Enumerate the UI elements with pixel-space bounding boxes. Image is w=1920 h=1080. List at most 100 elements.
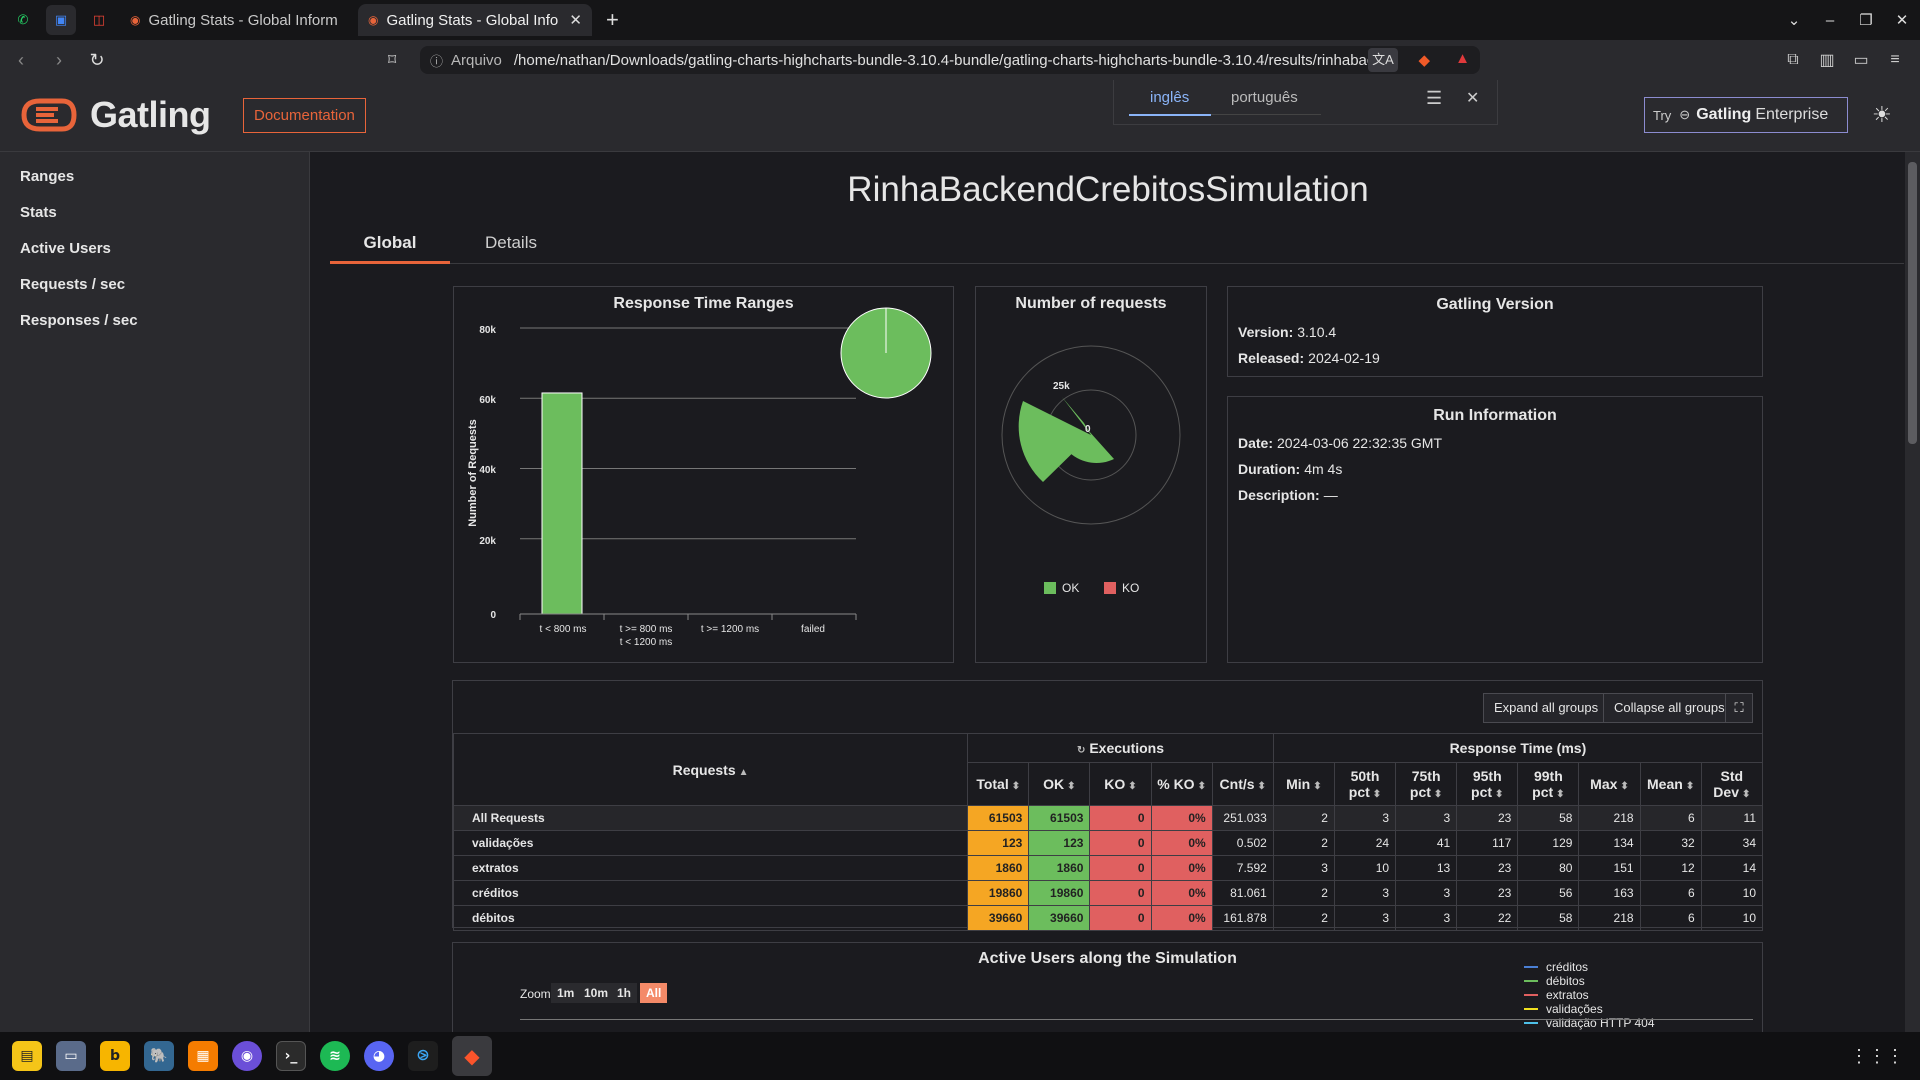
page-scrollbar[interactable] [1905, 152, 1920, 1032]
close-tab-icon[interactable]: ✕ [569, 11, 582, 29]
translate-menu-icon[interactable]: ☰ [1426, 88, 1442, 109]
zoom-10m-button[interactable]: 10m [578, 983, 615, 1003]
forward-icon[interactable]: › [42, 50, 76, 71]
legend-item[interactable]: créditos [1524, 960, 1588, 974]
try-enterprise-button[interactable]: Try ⊖ Gatling Enterprise [1644, 97, 1848, 133]
translate-icon[interactable]: 文A [1368, 48, 1398, 72]
sidebar-item-active-users[interactable]: Active Users [20, 240, 111, 257]
brave-shields-icon[interactable]: ◆ [1418, 51, 1430, 69]
back-icon[interactable]: ‹ [4, 50, 38, 71]
minimize-icon[interactable]: – [1812, 12, 1848, 29]
address-bar[interactable]: ⓘ Arquivo /home/nathan/Downloads/gatling… [420, 46, 1480, 74]
new-tab-icon[interactable]: + [606, 7, 619, 33]
column-header[interactable]: 50th pct ⬍ [1333, 762, 1397, 806]
url-text[interactable]: /home/nathan/Downloads/gatling-charts-hi… [514, 52, 1384, 69]
tab-title: Gatling Stats - Global Inform [148, 11, 338, 29]
stat-cell-cnt: 161.878 [1211, 905, 1274, 931]
column-header[interactable]: Min ⬍ [1272, 762, 1335, 806]
fullscreen-icon[interactable]: ⛶ [1725, 693, 1753, 723]
column-header[interactable]: Mean ⬍ [1639, 762, 1702, 806]
legend-item[interactable]: débitos [1524, 974, 1585, 988]
sidebar-item-stats[interactable]: Stats [20, 204, 57, 221]
legend-ok[interactable]: OK [1044, 581, 1079, 595]
app-grid-icon[interactable]: ⋮⋮⋮ [1850, 1046, 1904, 1067]
brave-rewards-icon[interactable]: ▲ [1455, 50, 1470, 67]
legend-item[interactable]: validações [1524, 1002, 1603, 1016]
theme-toggle-icon[interactable]: ☀ [1872, 102, 1892, 128]
stat-cell-min: 2 [1272, 805, 1335, 831]
translate-target-language-tab[interactable]: português [1231, 89, 1298, 106]
column-header[interactable]: 95th pct ⬍ [1456, 762, 1519, 806]
tab-search-icon[interactable]: ⌄ [1776, 11, 1812, 29]
postgres-app-icon[interactable]: 🐘 [144, 1041, 174, 1071]
sidebar-item-requests-per-sec[interactable]: Requests / sec [20, 276, 125, 293]
files-app-icon[interactable]: ▭ [56, 1041, 86, 1071]
table-row[interactable]: validações 123 123 0 0% 0.502 2 24 41 117 129 134 32… [452, 830, 1764, 856]
bookmark-icon[interactable]: ⌑ [388, 50, 396, 70]
tab-details[interactable]: Details [450, 222, 572, 264]
column-header[interactable]: Max ⬍ [1578, 762, 1641, 806]
wallet-icon[interactable]: ▭ [1844, 50, 1878, 70]
gatling-favicon: ◉ [368, 13, 379, 27]
gatling-logo[interactable]: Gatling [18, 94, 211, 136]
column-header[interactable]: KO ⬍ [1089, 762, 1152, 806]
translate-close-icon[interactable]: ✕ [1466, 88, 1479, 108]
legend-item[interactable]: extratos [1524, 988, 1589, 1002]
bar[interactable] [541, 392, 583, 615]
request-name-cell[interactable]: extratos [452, 855, 969, 881]
spotify-app-icon[interactable]: ≋ [320, 1041, 350, 1071]
column-header[interactable]: Cnt/s ⬍ [1211, 762, 1274, 806]
extensions-icon[interactable]: ⧉ [1776, 51, 1810, 69]
column-header[interactable]: 75th pct ⬍ [1395, 762, 1458, 806]
stat-cell-ko: 0 [1089, 905, 1152, 931]
orb-app-icon[interactable]: ◉ [232, 1041, 262, 1071]
close-window-icon[interactable]: ✕ [1884, 11, 1920, 29]
terminal-app-icon[interactable]: ›_ [276, 1041, 306, 1071]
table-row[interactable]: débitos 39660 39660 0 0% 161.878 2 3 3 22 58 218 6 10 [452, 905, 1764, 931]
table-row[interactable]: extratos 1860 1860 0 0% 7.592 3 10 13 23 80 151 12 14 [452, 855, 1764, 881]
column-header[interactable]: 99th pct ⬍ [1517, 762, 1580, 806]
report-sidebar: Ranges Stats Active Users Requests / sec… [0, 152, 310, 1032]
sidebar-item-ranges[interactable]: Ranges [20, 168, 74, 185]
mail-pinned-tab-icon[interactable]: ◫ [84, 5, 114, 35]
requests-column-header[interactable]: Requests ▲ [452, 733, 969, 806]
translate-source-language-tab[interactable]: inglês [1150, 89, 1189, 106]
tab-global[interactable]: Global [330, 222, 450, 264]
request-name-cell[interactable]: validações [452, 830, 969, 856]
collapse-all-groups-button[interactable]: Collapse all groups [1603, 693, 1736, 723]
sidebar-toggle-icon[interactable]: ▥ [1810, 50, 1844, 70]
stat-cell-p99: 80 [1517, 855, 1580, 881]
scrollbar-thumb[interactable] [1908, 162, 1917, 444]
zoom-all-button[interactable]: All [640, 983, 668, 1003]
column-header[interactable]: Total ⬍ [967, 762, 1030, 806]
calendar-pinned-tab-icon[interactable]: ▣ [46, 5, 76, 35]
notes-app-icon[interactable]: ▤ [12, 1041, 42, 1071]
discord-app-icon[interactable]: ◕ [364, 1041, 394, 1071]
browser-tab[interactable]: ◉ Gatling Stats - Global Inform [120, 4, 352, 36]
chart-top-border [520, 1019, 1753, 1020]
legend-ko[interactable]: KO [1104, 581, 1139, 595]
menu-icon[interactable]: ≡ [1878, 51, 1912, 69]
table-row[interactable]: créditos 19860 19860 0 0% 81.061 2 3 3 23 56 163 6 10 [452, 880, 1764, 906]
b-app-icon[interactable]: b [100, 1041, 130, 1071]
grid-app-icon[interactable]: ▦ [188, 1041, 218, 1071]
column-header[interactable]: % KO ⬍ [1150, 762, 1213, 806]
expand-all-groups-button[interactable]: Expand all groups [1483, 693, 1610, 723]
reload-icon[interactable]: ↻ [80, 50, 114, 71]
request-name-cell[interactable]: All Requests [452, 805, 969, 831]
browser-tab-active[interactable]: ◉ Gatling Stats - Global Info ✕ [358, 4, 592, 36]
brave-app-icon[interactable]: ◆ [452, 1036, 492, 1076]
zoom-1h-button[interactable]: 1h [611, 983, 638, 1003]
request-name-cell[interactable]: créditos [452, 880, 969, 906]
documentation-button[interactable]: Documentation [243, 98, 366, 133]
zoom-1m-button[interactable]: 1m [551, 983, 581, 1003]
request-name-cell[interactable]: débitos [452, 905, 969, 931]
whatsapp-pinned-tab-icon[interactable]: ✆ [8, 5, 38, 35]
site-info-icon[interactable]: ⓘ [430, 51, 443, 70]
column-header[interactable]: Std Dev ⬍ [1700, 762, 1764, 806]
vscode-app-icon[interactable]: ⧁ [408, 1041, 438, 1071]
sidebar-item-responses-per-sec[interactable]: Responses / sec [20, 312, 138, 329]
maximize-icon[interactable]: ❐ [1848, 11, 1884, 29]
table-row[interactable]: All Requests 61503 61503 0 0% 251.033 2 3 3 23 58 2… [452, 805, 1764, 831]
column-header[interactable]: OK ⬍ [1028, 762, 1091, 806]
